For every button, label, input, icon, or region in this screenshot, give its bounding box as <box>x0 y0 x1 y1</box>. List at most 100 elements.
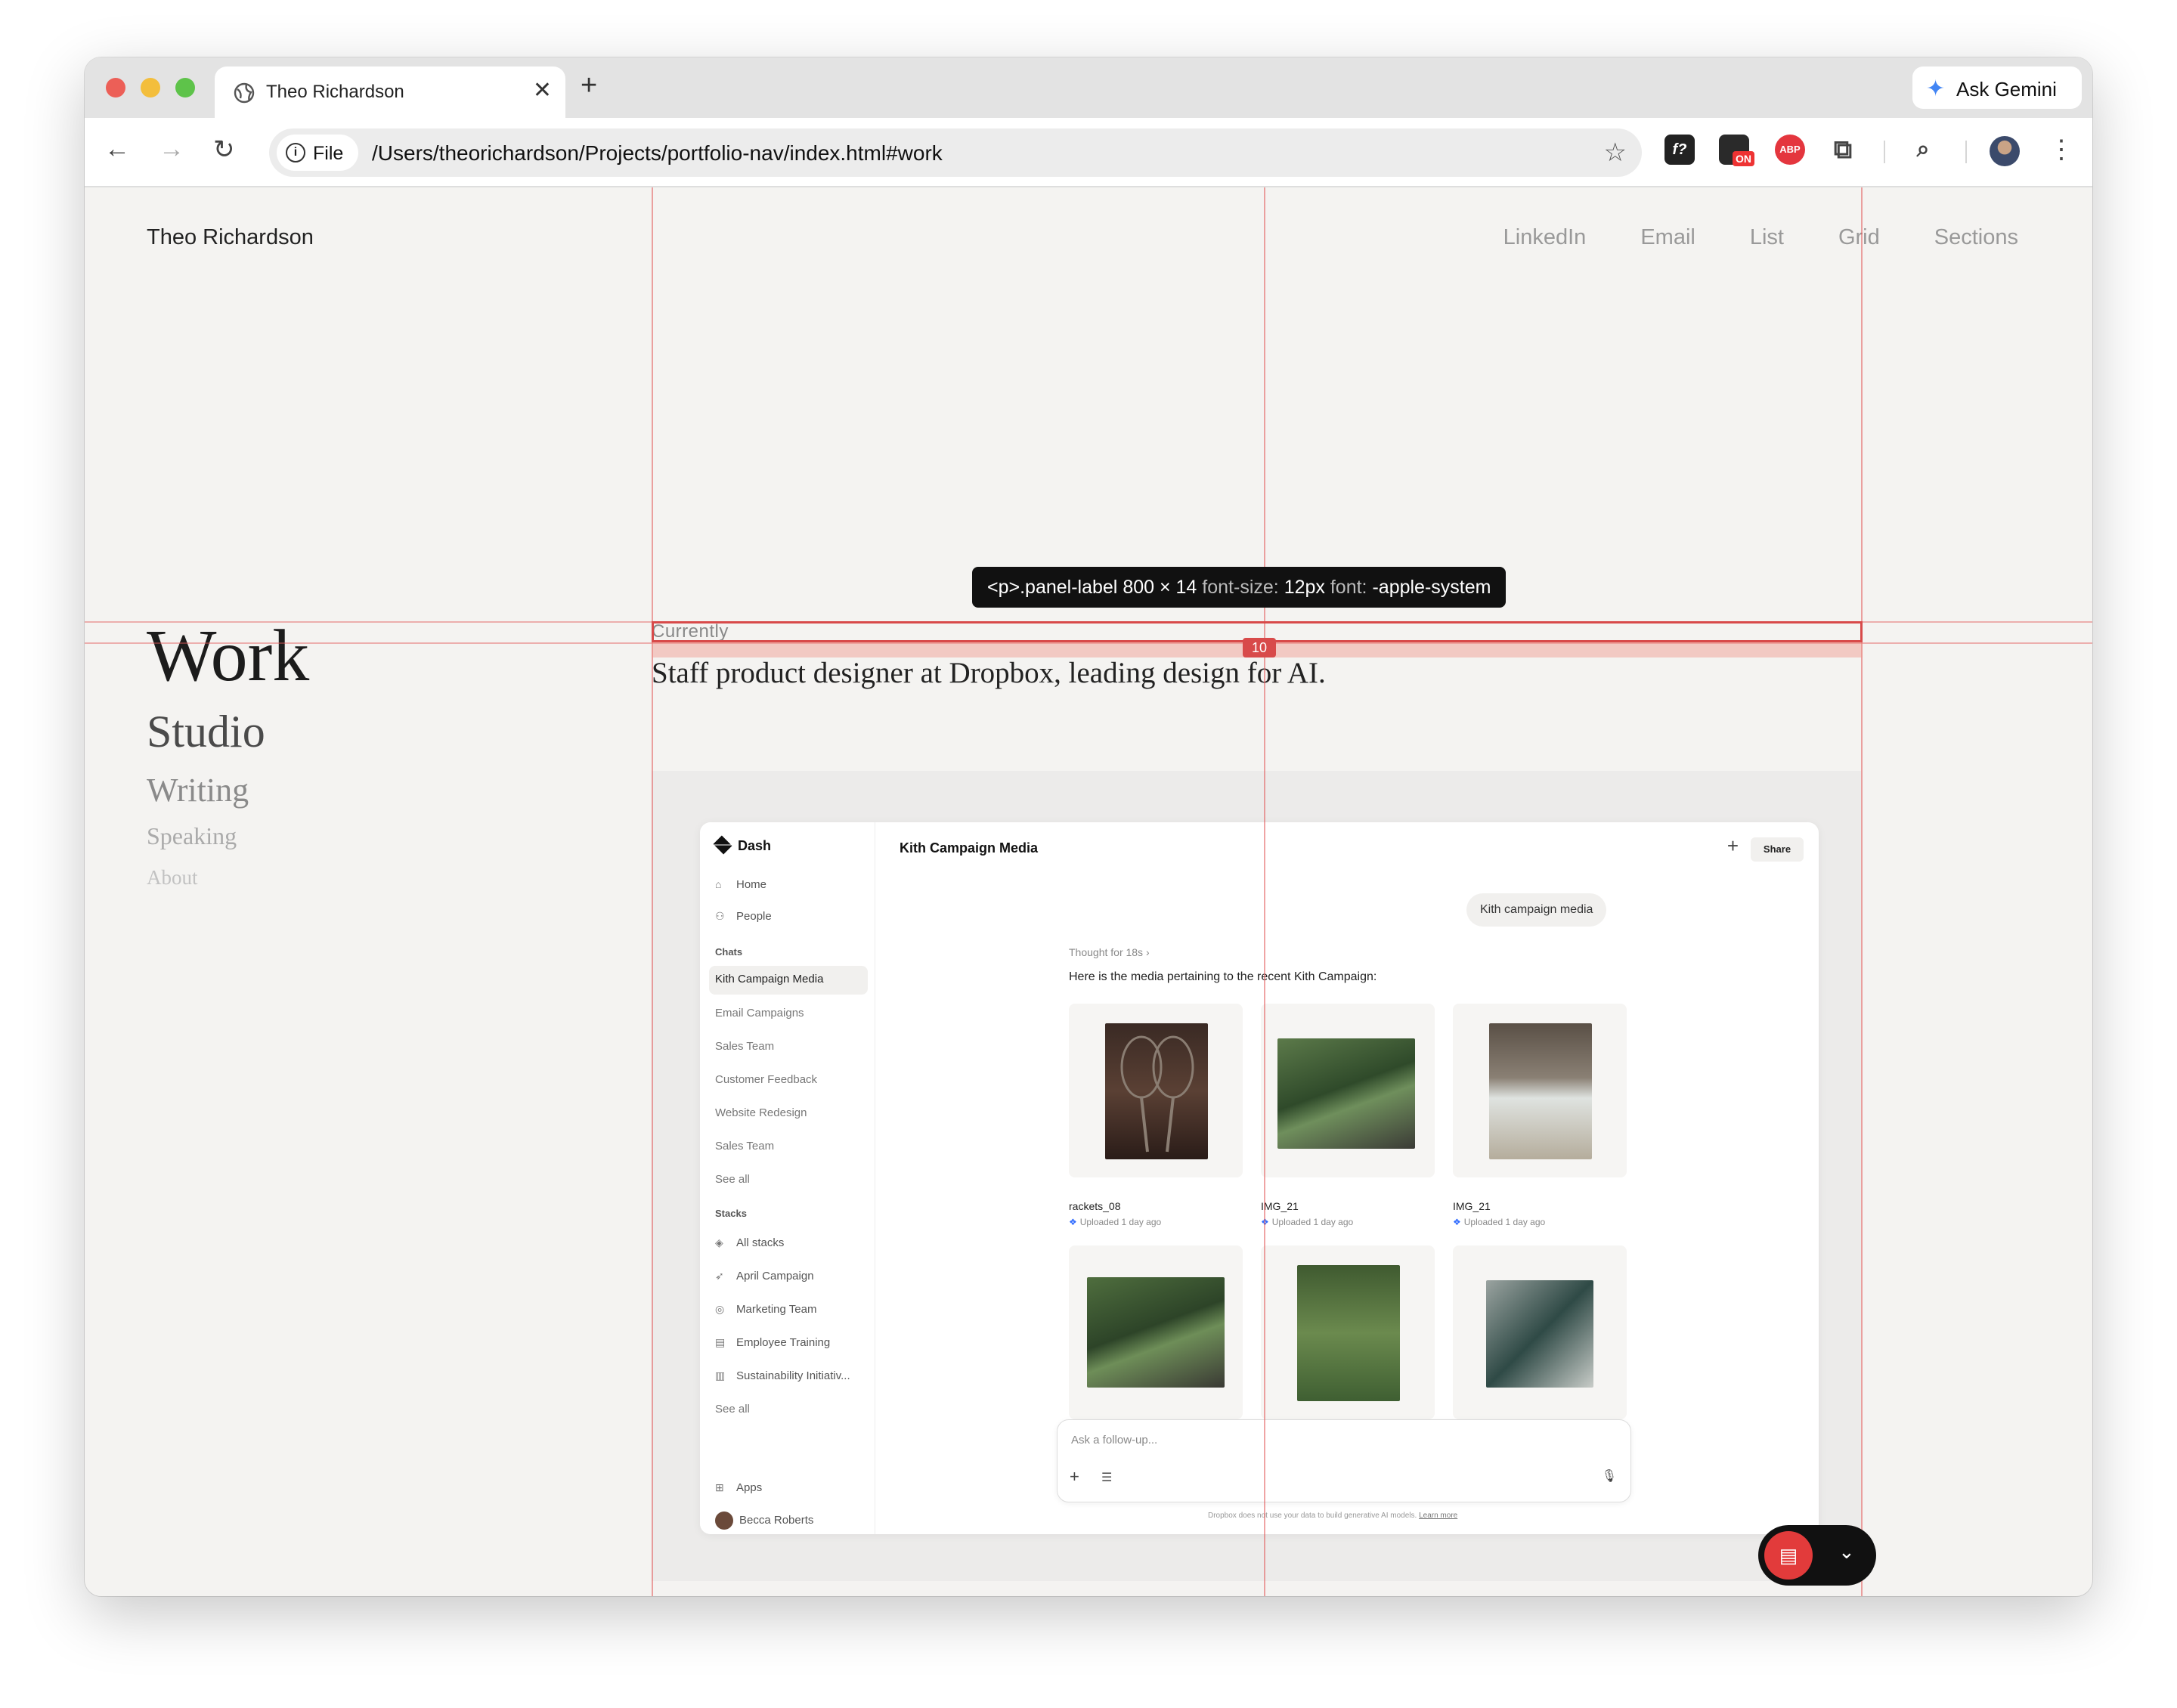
record-icon[interactable]: ▤ <box>1764 1531 1813 1580</box>
tooltip-font-key: font: <box>1330 577 1367 598</box>
site-nav: LinkedIn Email List Grid Sections <box>1503 225 2018 250</box>
app-brand: Dash <box>713 835 771 855</box>
browser-tab[interactable]: Theo Richardson ✕ <box>215 67 565 118</box>
section-nav-about[interactable]: About <box>147 866 198 890</box>
nav-linkedin-link[interactable]: LinkedIn <box>1503 225 1587 250</box>
stack-label: Marketing Team <box>736 1303 817 1316</box>
font-inspector-extension-icon[interactable]: f? <box>1664 135 1695 165</box>
chat-item: Kith Campaign Media <box>709 966 868 995</box>
media-card <box>1261 1245 1435 1419</box>
media-card <box>1453 1245 1627 1419</box>
stack-label: April Campaign <box>736 1270 814 1283</box>
media-card <box>1069 1004 1243 1177</box>
media-card <box>1453 1004 1627 1177</box>
composer-plus-icon: + <box>1070 1467 1079 1486</box>
section-nav-studio[interactable]: Studio <box>147 706 265 758</box>
gemini-sparkle-icon: ✦ <box>1926 76 1946 101</box>
stacks-see-all: See all <box>715 1403 750 1416</box>
chevron-down-icon[interactable]: ⌄ <box>1838 1540 1855 1564</box>
window-maximize-button[interactable] <box>175 78 195 97</box>
capture-widget[interactable]: ▤ ⌄ <box>1758 1525 1876 1586</box>
tab-search-icon[interactable]: ⌕ <box>1908 135 1938 165</box>
page-content: Theo Richardson LinkedIn Email List Grid… <box>85 187 2092 1596</box>
stack-item: ▤ Employee Training <box>715 1336 830 1349</box>
bag-photo-thumbnail <box>1489 1023 1592 1159</box>
spacing-badge: 10 <box>1243 638 1276 658</box>
rackets-illustration <box>1120 1035 1194 1153</box>
address-bar[interactable]: i File /Users/theorichardson/Projects/po… <box>269 128 1642 177</box>
tooltip-font-size-value: 12px <box>1284 577 1325 598</box>
nav-list-link[interactable]: List <box>1750 225 1784 250</box>
campaign-photo-thumbnail <box>1277 1038 1415 1149</box>
stacks-heading: Stacks <box>715 1208 747 1219</box>
plus-icon: + <box>1726 834 1739 857</box>
apps-grid-icon: ⊞ <box>715 1481 724 1493</box>
microphone-icon: 🎙 <box>1601 1470 1617 1483</box>
nav-grid-link[interactable]: Grid <box>1838 225 1880 250</box>
nav-email-link[interactable]: Email <box>1640 225 1695 250</box>
inspector-tooltip: <p>.panel-label 800 × 14 font-size: 12px… <box>972 567 1507 608</box>
tab-close-icon[interactable]: ✕ <box>533 77 552 104</box>
extensions-puzzle-icon[interactable]: ⧉ <box>1828 135 1858 165</box>
new-tab-button[interactable]: + <box>581 70 597 102</box>
stack-label: Employee Training <box>736 1336 831 1349</box>
chat-title: Kith Campaign Media <box>900 840 1039 856</box>
app-nav-people: ⚇ People <box>715 910 772 923</box>
bookmark-star-icon[interactable]: ☆ <box>1604 138 1627 168</box>
campaign-photo-thumbnail <box>1087 1277 1225 1388</box>
apps-label: Apps <box>736 1481 763 1494</box>
guide-line-vertical <box>1861 187 1863 1596</box>
media-meta: ❖Uploaded 1 day ago <box>1261 1217 1353 1227</box>
app-sidebar: Dash ⌂ Home ⚇ People Chats Kith Campaign M… <box>700 822 875 1534</box>
chat-item: Sales Team <box>715 1040 775 1053</box>
panel-description: Staff product designer at Dropbox, leadi… <box>652 657 1326 689</box>
window-minimize-button[interactable] <box>141 78 160 97</box>
rocket-icon: ➶ <box>715 1270 724 1282</box>
browser-window: Theo Richardson ✕ + ✦ Ask Gemini ← → ↻ i… <box>85 57 2092 1596</box>
media-card <box>1261 1004 1435 1177</box>
back-arrow-icon[interactable]: ← <box>104 135 130 164</box>
url-text[interactable]: /Users/theorichardson/Projects/portfolio… <box>372 141 943 166</box>
reload-icon[interactable]: ↻ <box>213 135 235 165</box>
app-user: Becca Roberts <box>715 1512 813 1530</box>
user-avatar <box>715 1512 733 1530</box>
section-nav-speaking[interactable]: Speaking <box>147 822 237 850</box>
racket-closeup-thumbnail <box>1486 1280 1593 1388</box>
composer: Ask a follow-up... + ☰ 🎙 <box>1057 1419 1631 1502</box>
media-name: IMG_21 <box>1261 1200 1299 1212</box>
site-info-chip[interactable]: i File <box>277 135 358 171</box>
app-nav-label: Home <box>736 878 767 891</box>
app-main: Kith Campaign Media + Share Kith campaig… <box>875 822 1819 1534</box>
section-nav-work[interactable]: Work <box>147 614 309 698</box>
media-meta: ❖Uploaded 1 day ago <box>1453 1217 1545 1227</box>
section-nav-writing[interactable]: Writing <box>147 771 249 809</box>
book-icon: ▤ <box>715 1336 726 1348</box>
app-nav-label: People <box>736 910 772 923</box>
media-name: IMG_21 <box>1453 1200 1491 1212</box>
site-name[interactable]: Theo Richardson <box>147 225 314 250</box>
media-name: rackets_08 <box>1069 1200 1121 1212</box>
home-icon: ⌂ <box>715 878 722 890</box>
info-icon: i <box>286 143 305 162</box>
more-menu-icon[interactable]: ⋮ <box>2048 135 2074 165</box>
nav-sections-link[interactable]: Sections <box>1934 225 2018 250</box>
tooltip-font-value: -apple-system <box>1372 577 1491 598</box>
globe-icon <box>234 82 255 104</box>
window-close-button[interactable] <box>106 78 125 97</box>
ask-gemini-button[interactable]: ✦ Ask Gemini <box>1912 67 2082 109</box>
toggle-extension-icon[interactable]: ON <box>1719 135 1754 166</box>
user-name: Becca Roberts <box>739 1513 814 1527</box>
people-icon: ⚇ <box>715 910 725 922</box>
chat-item: Sales Team <box>715 1140 775 1153</box>
app-nav-home: ⌂ Home <box>715 878 766 891</box>
tooltip-font-size-key: font-size: <box>1202 577 1279 598</box>
tooltip-selector: <p>.panel-label <box>987 577 1118 598</box>
adblock-extension-icon[interactable]: ABP <box>1775 135 1805 165</box>
learn-more-link: Learn more <box>1419 1512 1458 1520</box>
media-meta: ❖Uploaded 1 day ago <box>1069 1217 1161 1227</box>
assistant-answer: Here is the media pertaining to the rece… <box>1069 970 1377 983</box>
forward-arrow-icon[interactable]: → <box>159 135 184 164</box>
profile-avatar[interactable] <box>1990 136 2020 166</box>
app-screenshot: Dash ⌂ Home ⚇ People Chats Kith Campaign M… <box>700 822 1819 1534</box>
user-message-bubble: Kith campaign media <box>1466 893 1607 927</box>
